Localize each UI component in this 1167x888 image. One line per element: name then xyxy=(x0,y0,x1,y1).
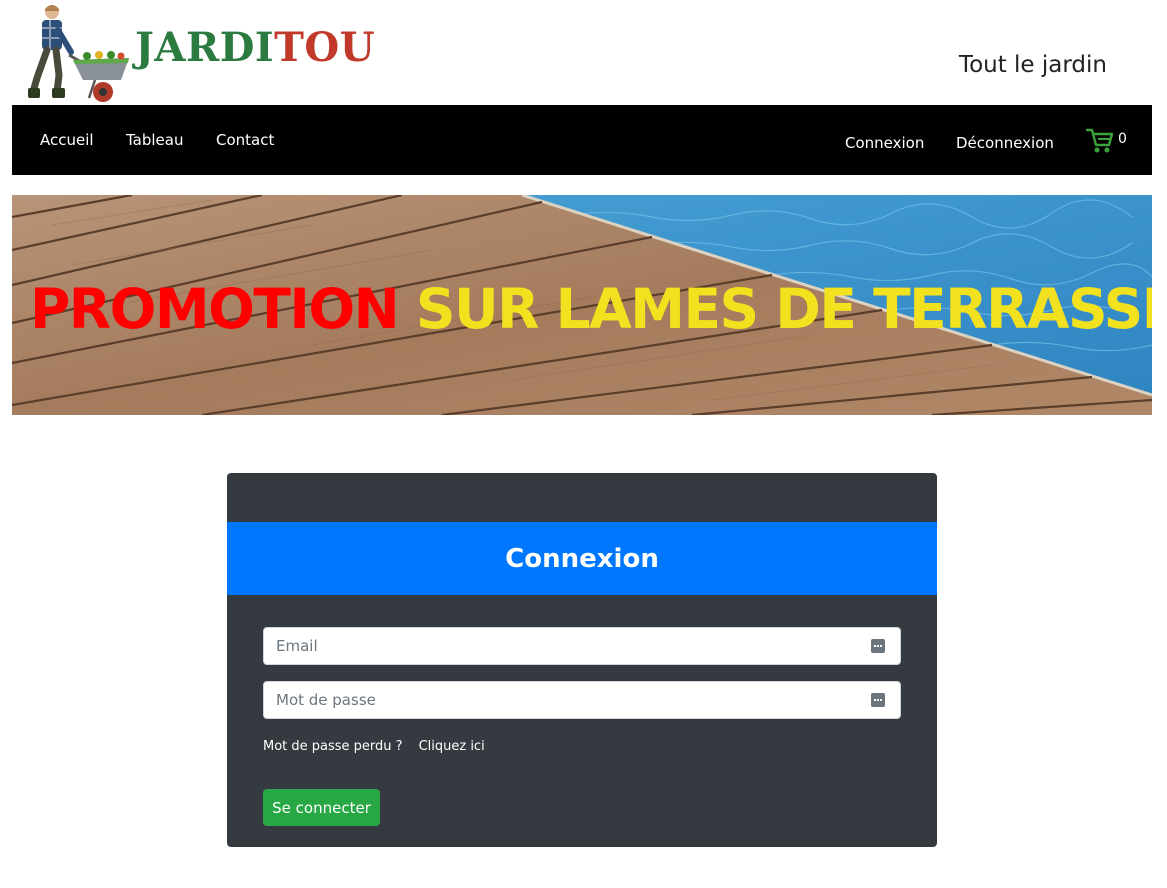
cart-button[interactable]: 0 xyxy=(1085,127,1136,157)
main-navbar: Accueil Tableau Contact Connexion Déconn… xyxy=(12,105,1152,175)
nav-link-connexion[interactable]: Connexion xyxy=(845,134,924,152)
brand-name-part1: JARDI xyxy=(135,24,275,71)
lost-password-link[interactable]: Cliquez ici xyxy=(419,739,485,754)
nav-link-tableau[interactable]: Tableau xyxy=(126,131,184,149)
cart-count-badge: 0 xyxy=(1118,131,1127,147)
promo-banner-text: PROMOTION SUR LAMES DE TERRASSE xyxy=(30,277,1152,341)
nav-link-accueil[interactable]: Accueil xyxy=(40,131,94,149)
brand-name-part2: TOU xyxy=(274,24,376,71)
promo-banner-text-yellow: SUR LAMES DE TERRASSE xyxy=(415,277,1152,341)
lost-password-text: Mot de passe perdu ? xyxy=(263,739,403,754)
brand-logo[interactable]: JARDITOU xyxy=(25,0,375,105)
page: JARDITOU Tout le jardin Accueil Tableau … xyxy=(0,0,1167,888)
password-field[interactable] xyxy=(263,681,901,719)
brand-name: JARDITOU xyxy=(135,24,375,71)
login-card: Connexion Mot de passe perdu ? Cliquez ic… xyxy=(227,473,937,847)
shopping-cart-icon xyxy=(1085,128,1114,153)
password-input[interactable] xyxy=(264,682,900,718)
nav-link-contact[interactable]: Contact xyxy=(216,131,274,149)
password-manager-icon[interactable] xyxy=(871,693,885,707)
site-tagline: Tout le jardin xyxy=(958,52,1107,78)
submit-button[interactable]: Se connecter xyxy=(263,789,380,826)
email-input[interactable] xyxy=(264,628,900,664)
password-manager-icon[interactable] xyxy=(871,639,885,653)
login-title: Connexion xyxy=(505,543,659,574)
promo-banner-text-red: PROMOTION xyxy=(30,277,400,341)
login-card-header: Connexion xyxy=(227,522,937,595)
lost-password-row: Mot de passe perdu ? Cliquez ici xyxy=(263,739,485,754)
promo-banner[interactable]: PROMOTION SUR LAMES DE TERRASSE xyxy=(12,195,1152,415)
email-field[interactable] xyxy=(263,627,901,665)
nav-link-deconnexion[interactable]: Déconnexion xyxy=(956,134,1054,152)
gardener-wheelbarrow-icon xyxy=(28,5,129,102)
